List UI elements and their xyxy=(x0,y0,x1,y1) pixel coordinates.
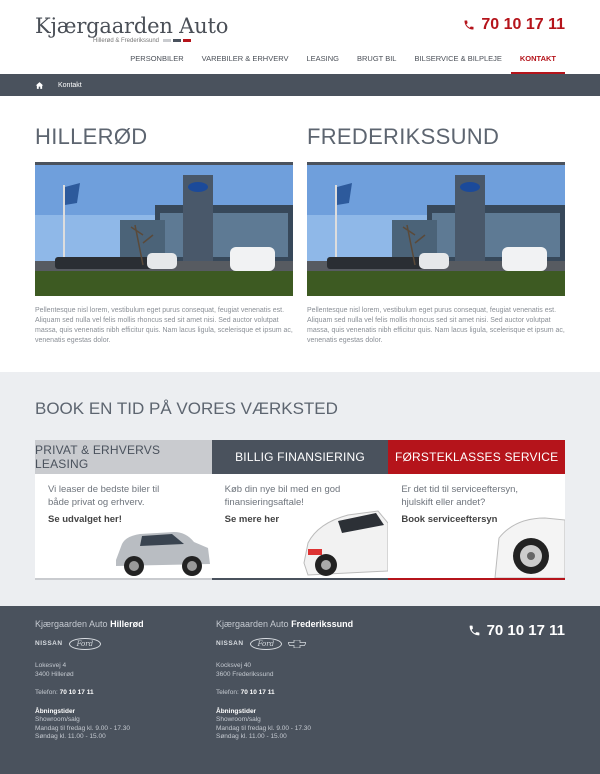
brand-logos: NISSAN Ford xyxy=(216,637,353,650)
nissan-logo: NISSAN xyxy=(216,639,244,647)
site-footer: Kjærgaarden Auto Hillerød NISSAN Ford Lo… xyxy=(0,606,600,774)
phone-icon xyxy=(469,625,479,636)
booking-title: BOOK EN TID PÅ VORES VÆRKSTED xyxy=(35,399,338,418)
tab-finansiering-label[interactable]: BILLIG FINANSIERING xyxy=(211,440,389,474)
locations-section: HILLERØD Pellentesque nisl lorem, vestib… xyxy=(0,96,600,372)
dealership-photo xyxy=(35,162,293,296)
tab-service-link[interactable]: Book serviceeftersyn xyxy=(401,514,497,525)
header-phone-number: 70 10 17 11 xyxy=(481,16,565,33)
footer-title: Kjærgaarden Auto Hillerød xyxy=(35,620,144,629)
footer-title-prefix: Kjærgaarden Auto xyxy=(216,619,289,629)
logo[interactable]: Kjærgaarden Auto Hillerød & Frederikssun… xyxy=(35,14,229,44)
footer-hours: Åbningstider Showroom/salg Mandag til fr… xyxy=(35,708,144,742)
phone-label: Telefon: xyxy=(216,689,239,696)
address-line: Kocksvej 40 xyxy=(216,662,252,669)
footer-title-city: Frederikssund xyxy=(291,619,354,629)
address-line: Lokesvej 4 xyxy=(35,662,67,669)
phone-number[interactable]: 70 10 17 11 xyxy=(241,689,275,696)
chevrolet-logo xyxy=(288,639,307,648)
header-phone[interactable]: 70 10 17 11 xyxy=(463,16,565,34)
breadcrumb-current: Kontakt xyxy=(58,81,82,89)
nissan-logo: NISSAN xyxy=(35,639,63,647)
nav-item-kontakt[interactable]: KONTAKT xyxy=(510,51,566,74)
hours-sunday: Søndag kl. 11.00 - 15.00 xyxy=(35,733,106,740)
service-tabs: PRIVAT & ERHVERVS LEASING Vi leaser de b… xyxy=(35,440,566,580)
nav-item-leasing[interactable]: LEASING xyxy=(298,51,349,74)
home-icon[interactable] xyxy=(35,81,44,90)
footer-title-city: Hillerød xyxy=(110,619,144,629)
logo-title: Kjærgaarden Auto xyxy=(35,14,229,38)
location-description: Pellentesque nisl lorem, vestibulum eget… xyxy=(307,307,565,344)
phone-icon xyxy=(464,20,474,30)
footer-title-prefix: Kjærgaarden Auto xyxy=(35,619,108,629)
location-frederikssund: FREDERIKSSUND Pellentesque nisl lorem, v… xyxy=(307,124,565,346)
footer-phone-large[interactable]: 70 10 17 11 xyxy=(468,622,565,639)
address-line: 3400 Hillerød xyxy=(35,670,74,678)
hours-subtitle: Showroom/salg xyxy=(216,716,261,723)
hours-sunday: Søndag kl. 11.00 - 15.00 xyxy=(216,733,287,740)
tab-finansiering-body: Køb din nye bil med en god finansierings… xyxy=(211,474,389,580)
tab-finansiering[interactable]: BILLIG FINANSIERING Køb din nye bil med … xyxy=(211,440,389,580)
dealership-photo xyxy=(307,162,565,296)
hours-title: Åbningstider xyxy=(216,707,257,715)
nav-item-personbiler[interactable]: PERSONBILER xyxy=(121,51,192,74)
tab-leasing-body: Vi leaser de bedste biler til både priva… xyxy=(35,474,212,580)
hours-weekday: Mandag til fredag kl. 9.00 - 17.30 xyxy=(216,724,312,732)
footer-phone: Telefon: 70 10 17 11 xyxy=(216,689,353,698)
footer-address: Kocksvej 40 3600 Frederikssund xyxy=(216,662,353,679)
footer-hours: Åbningstider Showroom/salg Mandag til fr… xyxy=(216,708,353,742)
location-title: HILLERØD xyxy=(35,124,148,149)
tab-service[interactable]: FØRSTEKLASSES SERVICE Er det tid til ser… xyxy=(388,440,566,580)
nav-item-varebiler[interactable]: VAREBILER & ERHVERV xyxy=(193,51,298,74)
suv-car-image xyxy=(115,532,210,576)
phone-number[interactable]: 70 10 17 11 xyxy=(60,689,94,696)
footer-hillerod: Kjærgaarden Auto Hillerød NISSAN Ford Lo… xyxy=(35,620,144,742)
logo-color-bars xyxy=(163,39,191,42)
site-header: Kjærgaarden Auto Hillerød & Frederikssun… xyxy=(0,0,600,74)
address-line: 3600 Frederikssund xyxy=(216,670,274,678)
tab-leasing[interactable]: PRIVAT & ERHVERVS LEASING Vi leaser de b… xyxy=(35,440,212,580)
nav-item-brugt-bil[interactable]: BRUGT BIL xyxy=(348,51,405,74)
hours-subtitle: Showroom/salg xyxy=(35,716,80,723)
booking-section: BOOK EN TID PÅ VORES VÆRKSTED PRIVAT & E… xyxy=(0,372,600,606)
location-description: Pellentesque nisl lorem, vestibulum eget… xyxy=(35,307,293,344)
phone-label: Telefon: xyxy=(35,689,58,696)
hours-title: Åbningstider xyxy=(35,707,76,715)
footer-address: Lokesvej 4 3400 Hillerød xyxy=(35,662,144,679)
main-nav: PERSONBILER VAREBILER & ERHVERV LEASING … xyxy=(121,51,566,74)
ford-logo: Ford xyxy=(68,637,102,650)
hours-weekday: Mandag til fredag kl. 9.00 - 17.30 xyxy=(35,724,131,732)
tab-service-body: Er det tid til serviceeftersyn, hjulskif… xyxy=(388,474,566,580)
small-car-image xyxy=(303,510,389,576)
breadcrumb: Kontakt xyxy=(0,74,600,96)
tab-service-label[interactable]: FØRSTEKLASSES SERVICE xyxy=(388,440,566,474)
ford-logo: Ford xyxy=(249,637,283,650)
logo-subtitle: Hillerød & Frederikssund xyxy=(93,38,160,44)
tab-leasing-text: Vi leaser de bedste biler til både priva… xyxy=(48,484,160,508)
nav-item-bilservice[interactable]: BILSERVICE & BILPLEJE xyxy=(405,51,510,74)
location-title: FREDERIKSSUND xyxy=(307,124,500,149)
tab-leasing-label[interactable]: PRIVAT & ERHVERVS LEASING xyxy=(35,440,212,474)
footer-phone: Telefon: 70 10 17 11 xyxy=(35,689,144,698)
service-car-image xyxy=(494,517,566,578)
tab-finansiering-link[interactable]: Se mere her xyxy=(225,514,279,525)
location-hillerod: HILLERØD Pellentesque nisl lorem, vestib… xyxy=(35,124,293,346)
footer-title: Kjærgaarden Auto Frederikssund xyxy=(216,620,353,629)
footer-frederikssund: Kjærgaarden Auto Frederikssund NISSAN Fo… xyxy=(216,620,353,742)
footer-phone-number: 70 10 17 11 xyxy=(486,622,565,639)
brand-logos: NISSAN Ford xyxy=(35,637,144,650)
